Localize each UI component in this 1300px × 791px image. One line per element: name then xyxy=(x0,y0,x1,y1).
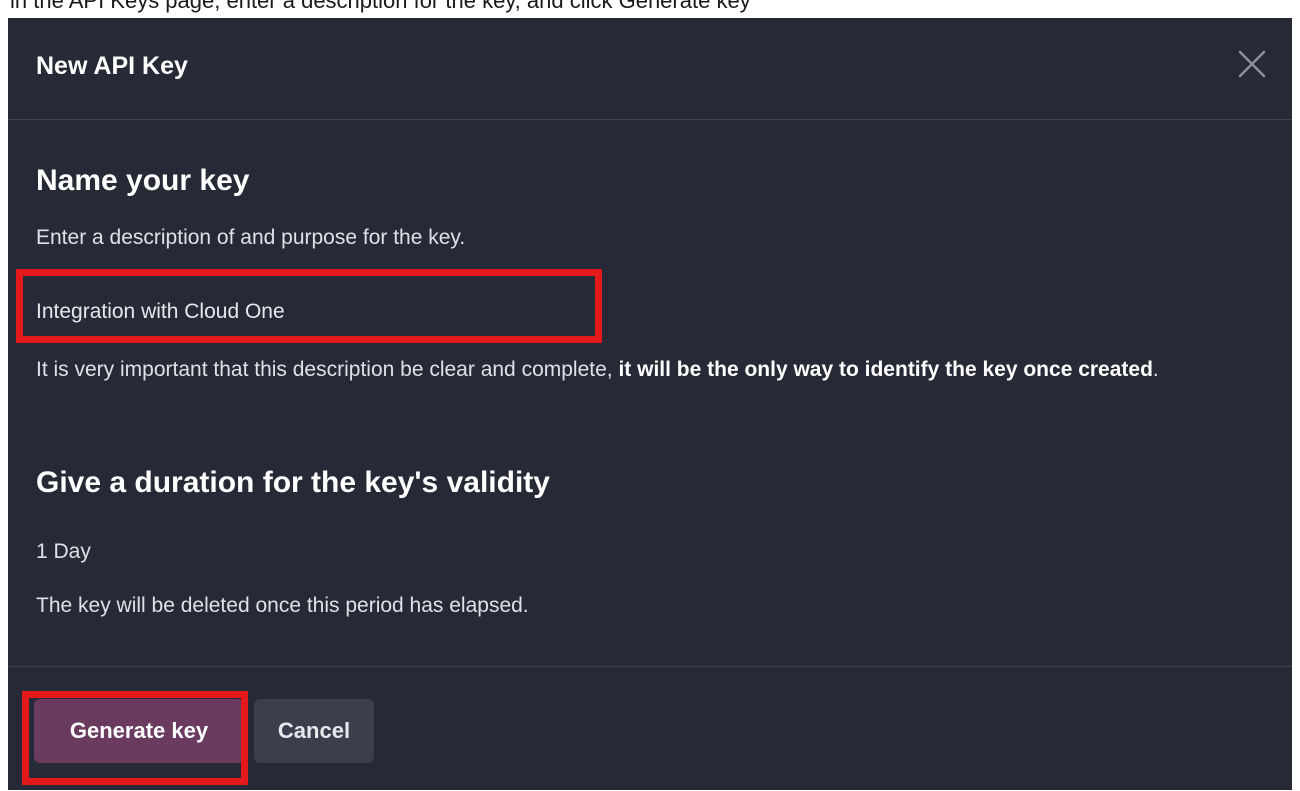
close-button[interactable] xyxy=(1234,46,1270,82)
tutorial-caption-text: in the API Keys page, enter a descriptio… xyxy=(10,0,751,13)
important-note-suffix: . xyxy=(1152,358,1159,381)
dialog-body: Name your key Enter a description of and… xyxy=(8,120,1292,666)
dialog-title: New API Key xyxy=(36,52,188,80)
tutorial-caption: in the API Keys page, enter a descriptio… xyxy=(0,0,1300,18)
important-note: It is very important that this descripti… xyxy=(36,350,1276,390)
dialog-header: New API Key xyxy=(8,18,1292,120)
duration-section-heading: Give a duration for the key's validity xyxy=(36,466,550,499)
key-description-input[interactable] xyxy=(36,296,576,328)
close-icon xyxy=(1238,50,1266,78)
cancel-button[interactable]: Cancel xyxy=(254,699,374,763)
important-note-text: It is very important that this descripti… xyxy=(36,358,619,381)
name-section-heading: Name your key xyxy=(36,164,250,197)
generate-key-button[interactable]: Generate key xyxy=(34,699,244,763)
new-api-key-dialog: New API Key Name your key Enter a descri… xyxy=(8,18,1292,790)
duration-select[interactable]: 1 Day xyxy=(36,540,91,564)
dialog-footer: Generate key Cancel xyxy=(8,666,1292,791)
name-help-text: Enter a description of and purpose for t… xyxy=(36,226,466,249)
important-note-bold: it will be the only way to identify the … xyxy=(618,358,1153,381)
duration-note: The key will be deleted once this period… xyxy=(36,594,529,617)
